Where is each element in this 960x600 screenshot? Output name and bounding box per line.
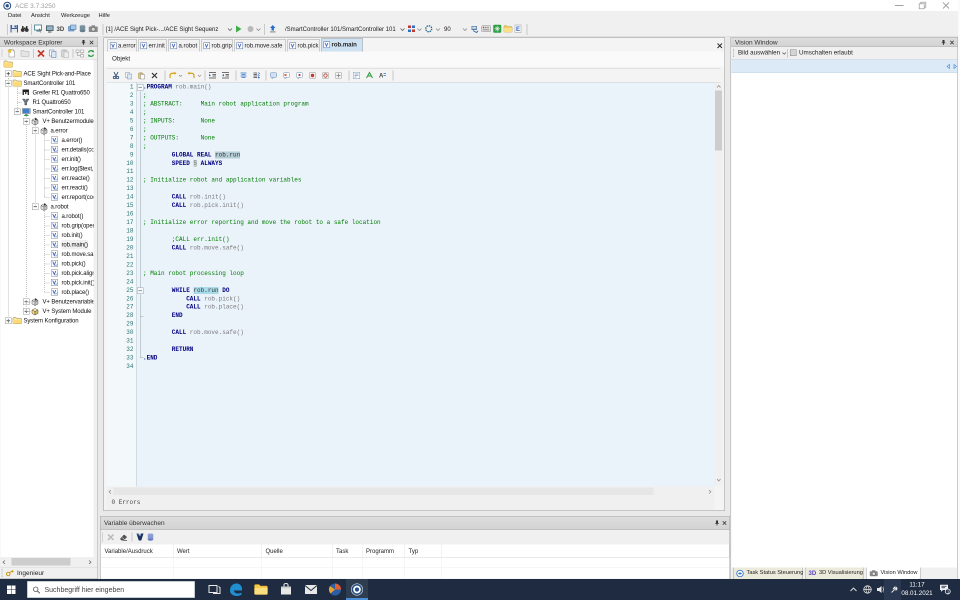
svg-text:A: A [379,74,384,80]
svg-text:2: 2 [258,72,261,77]
svg-text:1: 1 [947,589,950,595]
svg-text:E: E [516,27,520,33]
